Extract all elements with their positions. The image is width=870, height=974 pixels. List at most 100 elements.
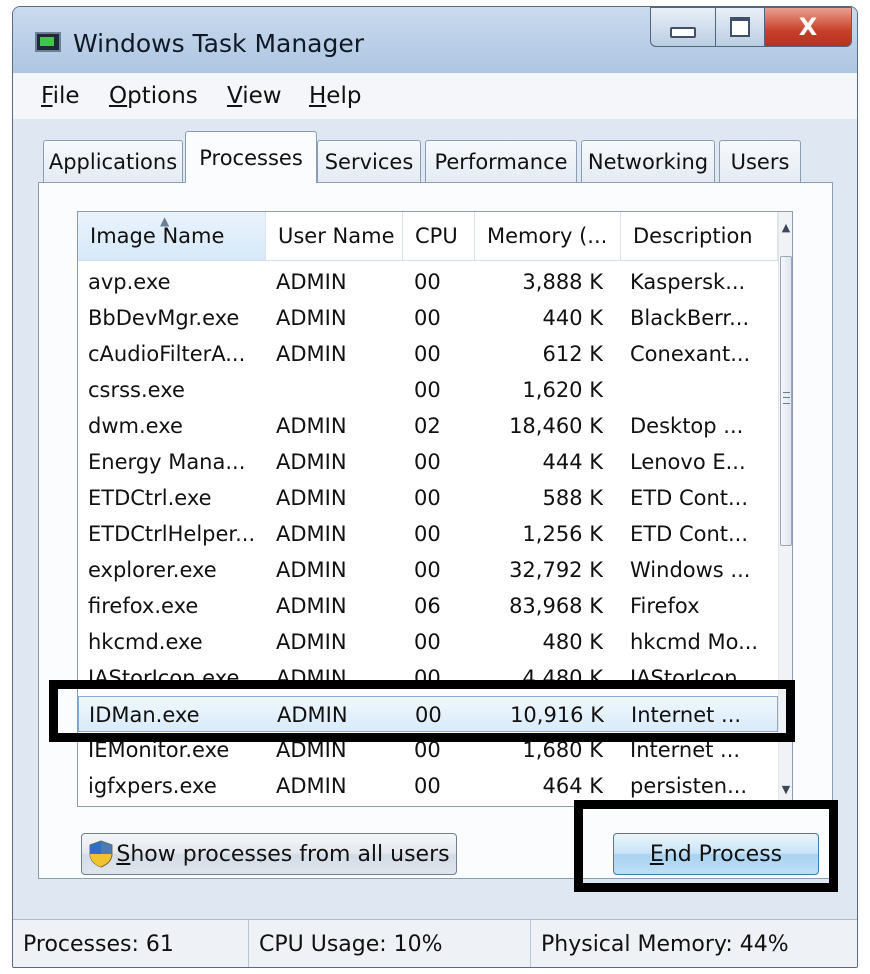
column-description[interactable]: Description	[621, 212, 778, 260]
cell-description: Firefox	[630, 594, 700, 618]
task-manager-icon	[35, 32, 61, 52]
cell-cpu: 00	[414, 774, 441, 798]
cell-cpu: 00	[414, 486, 441, 510]
vertical-scrollbar[interactable]: ▲ ▼	[778, 212, 792, 806]
cell-description: BlackBerr...	[630, 306, 750, 330]
menu-bar: File Options View Help	[13, 73, 857, 119]
cell-image-name: ETDCtrl.exe	[88, 486, 212, 510]
status-cpu-usage: CPU Usage: 10%	[249, 920, 531, 967]
cell-cpu: 00	[414, 270, 441, 294]
table-row[interactable]: IEMonitor.exe ADMIN 00 1,680 K Internet ...	[78, 732, 778, 768]
menu-options[interactable]: Options	[109, 83, 198, 109]
cell-image-name: firefox.exe	[88, 594, 199, 618]
table-row[interactable]: firefox.exe ADMIN 06 83,968 K Firefox	[78, 588, 778, 624]
status-bar: Processes: 61 CPU Usage: 10% Physical Me…	[13, 919, 857, 967]
cell-description: Internet ...	[631, 703, 742, 727]
column-memory[interactable]: Memory (...	[475, 212, 621, 260]
cell-description: Windows ...	[630, 558, 751, 582]
column-user-name[interactable]: User Name	[266, 212, 403, 260]
cell-cpu: 00	[414, 630, 441, 654]
cell-user-name: ADMIN	[276, 450, 347, 474]
cell-memory: 464 K	[542, 774, 603, 798]
cell-user-name: ADMIN	[276, 270, 347, 294]
cell-user-name	[276, 372, 396, 408]
cell-description: IAStorIcon...	[630, 666, 758, 690]
title-bar[interactable]: Windows Task Manager X	[13, 7, 857, 73]
status-processes: Processes: 61	[13, 920, 249, 967]
cell-image-name: dwm.exe	[88, 414, 183, 438]
cell-cpu: 00	[414, 522, 441, 546]
cell-memory: 612 K	[542, 342, 603, 366]
show-all-users-button[interactable]: Show processes from all users	[81, 833, 457, 875]
grip-icon	[783, 392, 790, 404]
cell-image-name: Energy Mana...	[88, 450, 246, 474]
table-row[interactable]: ETDCtrlHelper... ADMIN 00 1,256 K ETD Cont..…	[78, 516, 778, 552]
processes-panel: ▲ Image Name User Name CPU Memory (... D…	[38, 182, 833, 879]
cell-user-name: ADMIN	[276, 342, 347, 366]
scroll-down-icon[interactable]: ▼	[779, 778, 792, 802]
process-list[interactable]: ▲ Image Name User Name CPU Memory (... D…	[77, 211, 793, 807]
scrollbar-thumb[interactable]	[780, 256, 792, 546]
cell-cpu: 00	[414, 666, 441, 690]
end-process-button[interactable]: End Process	[613, 833, 819, 875]
tab-processes[interactable]: Processes	[185, 131, 317, 183]
table-row[interactable]: Energy Mana... ADMIN 00 444 K Lenovo E...	[78, 444, 778, 480]
table-row[interactable]: IAStorIcon.exe ADMIN 00 4,480 K IAStorIcon..…	[78, 660, 778, 696]
table-row[interactable]: BbDevMgr.exe ADMIN 00 440 K BlackBerr...	[78, 300, 778, 336]
tab-networking[interactable]: Networking	[581, 140, 715, 182]
sort-ascending-icon: ▲	[160, 214, 170, 228]
cell-memory: 480 K	[542, 630, 603, 654]
table-row[interactable]: igfxpers.exe ADMIN 00 464 K persisten...	[78, 768, 778, 804]
cell-description: Internet ...	[630, 738, 741, 762]
table-row[interactable]: ETDCtrl.exe ADMIN 00 588 K ETD Cont...	[78, 480, 778, 516]
cell-image-name: IEMonitor.exe	[88, 738, 230, 762]
cell-description: persisten...	[630, 774, 748, 798]
cell-user-name: ADMIN	[276, 522, 347, 546]
tab-applications[interactable]: Applications	[43, 140, 183, 182]
cell-description: Lenovo E...	[630, 450, 746, 474]
cell-description: hkcmd Mo...	[630, 630, 759, 654]
menu-view[interactable]: View	[227, 83, 282, 109]
table-row[interactable]: IDMan.exe ADMIN 00 10,916 K Internet ...	[78, 696, 778, 732]
scroll-up-icon[interactable]: ▲	[779, 216, 792, 240]
cell-cpu: 00	[414, 558, 441, 582]
cell-description: ETD Cont...	[630, 522, 749, 546]
minimize-button[interactable]	[650, 7, 716, 47]
menu-help[interactable]: Help	[309, 83, 361, 109]
tab-users[interactable]: Users	[719, 140, 801, 182]
table-row[interactable]: explorer.exe ADMIN 00 32,792 K Windows ...	[78, 552, 778, 588]
column-image-name[interactable]: ▲ Image Name	[78, 212, 266, 260]
cell-user-name: ADMIN	[276, 486, 347, 510]
cell-memory: 588 K	[542, 486, 603, 510]
column-cpu[interactable]: CPU	[403, 212, 475, 260]
cell-user-name: ADMIN	[276, 306, 347, 330]
cell-user-name: ADMIN	[277, 703, 348, 727]
close-button[interactable]: X	[764, 7, 852, 47]
cell-image-name: hkcmd.exe	[88, 630, 203, 654]
cell-user-name: ADMIN	[276, 738, 347, 762]
cell-user-name: ADMIN	[276, 630, 347, 654]
table-row[interactable]: hkcmd.exe ADMIN 00 480 K hkcmd Mo...	[78, 624, 778, 660]
cell-description: Desktop ...	[630, 414, 744, 438]
table-row[interactable]: dwm.exe ADMIN 02 18,460 K Desktop ...	[78, 408, 778, 444]
table-row[interactable]: cAudioFilterA... ADMIN 00 612 K Conexant...	[78, 336, 778, 372]
cell-cpu: 00	[414, 450, 441, 474]
cell-image-name: avp.exe	[88, 270, 171, 294]
tab-services[interactable]: Services	[317, 140, 421, 182]
cell-cpu: 00	[414, 738, 441, 762]
cell-memory: 444 K	[542, 450, 603, 474]
maximize-icon	[730, 17, 750, 37]
cell-user-name: ADMIN	[276, 594, 347, 618]
cell-user-name: ADMIN	[276, 666, 347, 690]
cell-description: ETD Cont...	[630, 486, 749, 510]
table-row[interactable]: avp.exe ADMIN 00 3,888 K Kaspersk...	[78, 264, 778, 300]
menu-file[interactable]: File	[41, 83, 80, 109]
task-manager-window: Windows Task Manager X File Options View…	[12, 6, 858, 968]
window-title: Windows Task Manager	[73, 29, 365, 58]
table-row[interactable]: csrss.exe 00 1,620 K	[78, 372, 778, 408]
tab-performance[interactable]: Performance	[425, 140, 577, 182]
cell-cpu: 00	[415, 703, 442, 727]
cell-memory: 1,256 K	[522, 522, 603, 546]
maximize-button[interactable]	[715, 7, 765, 47]
cell-user-name: ADMIN	[276, 774, 347, 798]
